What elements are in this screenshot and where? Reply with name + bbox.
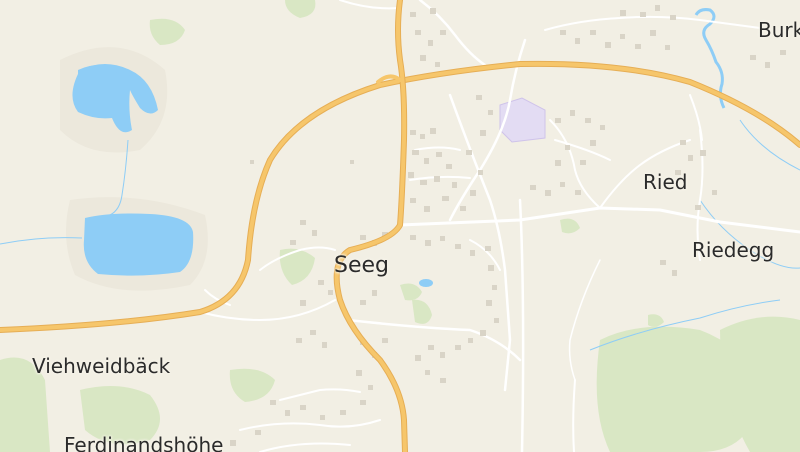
place-label-burk[interactable]: Burk xyxy=(758,20,800,40)
pond xyxy=(419,279,433,287)
map-view[interactable]: Seeg Ried Riedegg Viehweidbäck Ferdinand… xyxy=(0,0,800,452)
lake-lower xyxy=(83,213,194,276)
place-label-ried[interactable]: Ried xyxy=(643,172,687,192)
map-canvas xyxy=(0,0,800,452)
place-label-riedegg[interactable]: Riedegg xyxy=(692,240,774,260)
place-label-ferdinandshoehe[interactable]: Ferdinandshöhe xyxy=(64,435,223,452)
place-label-viehweidbaeck[interactable]: Viehweidbäck xyxy=(32,356,170,376)
place-label-seeg[interactable]: Seeg xyxy=(334,255,389,277)
